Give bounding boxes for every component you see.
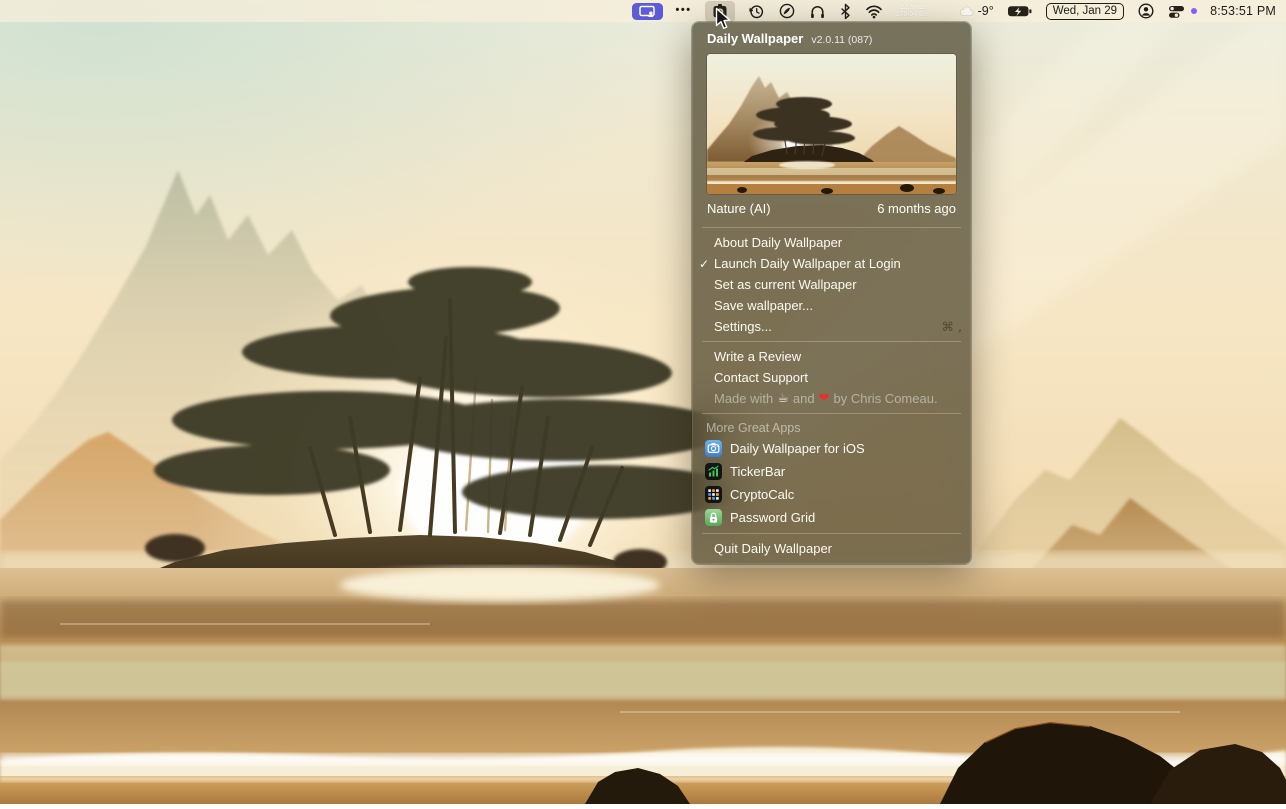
menu-item-about[interactable]: About Daily Wallpaper [692,232,971,253]
app-label: CryptoCalc [730,486,794,503]
user-account-icon [1137,2,1155,20]
credit-text: Made with [714,391,773,407]
control-center-menubar-item[interactable] [1168,0,1185,22]
settings-shortcut: ⌘ , [942,319,962,335]
bluetooth-menubar-item[interactable] [839,0,852,22]
leaf-app-menubar-item[interactable] [778,0,796,22]
menu-item-password-grid[interactable]: Password Grid [692,506,971,529]
thumbnail-caption-row: Nature (AI) 6 months ago [692,194,971,223]
battery-charging-icon [1007,3,1033,19]
green-padlock-icon [705,509,722,526]
separator [702,533,961,534]
mouse-cursor [715,7,732,36]
screen-sharing-icon [632,3,663,20]
user-account-menubar-item[interactable] [1137,0,1155,22]
menu-item-label: Launch Daily Wallpaper at Login [714,256,901,271]
menu-item-settings[interactable]: Settings... ⌘ , [692,316,971,337]
separator [702,413,961,414]
time-machine-menubar-item[interactable] [748,0,765,22]
headphones-menubar-item[interactable] [809,0,826,22]
wifi-icon [865,4,883,19]
green-stock-chart-icon [705,463,722,480]
credit-line: Made with ☕ and ❤ by Chris Comeau. [692,388,971,409]
menu-item-daily-wallpaper-ios[interactable]: Daily Wallpaper for iOS [692,437,971,460]
overflow-dots[interactable]: ••• [676,0,692,23]
network-speed-up: 22.5KB/s [896,4,930,12]
panel-header: Daily Wallpaper v2.0.11 (087) [692,22,971,54]
app-version: v2.0.11 (087) [811,34,872,46]
coffee-icon: ☕ [777,391,789,407]
network-speed-widget[interactable]: 22.5KB/s 270.04 B/s [896,0,946,22]
weather-menubar-item[interactable]: -9° [959,0,994,22]
menu-item-launch-at-login[interactable]: ✓ Launch Daily Wallpaper at Login [692,253,971,274]
headphones-icon [809,3,826,20]
leaf-circle-icon [778,2,796,20]
menu-item-quit[interactable]: Quit Daily Wallpaper [692,538,971,559]
wallpaper-age: 6 months ago [877,201,956,216]
time-machine-clock-icon [748,3,765,20]
crypto-grid-icon [705,486,722,503]
app-label: TickerBar [730,463,785,480]
app-label: Daily Wallpaper for iOS [730,440,865,457]
separator [702,341,961,342]
daily-wallpaper-menu: Daily Wallpaper v2.0.11 (087) [692,22,971,564]
screen-sharing-indicator[interactable] [632,0,663,22]
credit-text: by Chris Comeau. [834,391,938,407]
more-apps-header: More Great Apps [692,418,971,437]
menu-item-cryptocalc[interactable]: CryptoCalc [692,483,971,506]
credit-text: and [793,391,815,407]
battery-menubar-item[interactable] [1007,0,1033,22]
clock-widget[interactable]: 8:53:51 PM [1210,0,1276,22]
wallpaper-thumbnail [707,54,956,194]
menu-item-label: Settings... [714,319,772,334]
menu-item-contact-support[interactable]: Contact Support [692,367,971,388]
wallpaper-category: Nature (AI) [707,201,771,216]
blue-camera-icon [705,440,722,457]
wifi-menubar-item[interactable] [865,0,883,22]
heart-icon: ❤ [819,391,830,407]
temperature-label: -9° [978,4,994,18]
app-label: Password Grid [730,509,815,526]
date-widget[interactable]: Wed, Jan 29 [1046,3,1124,20]
bluetooth-icon [839,3,852,20]
menu-bar: ••• [0,0,1286,22]
menu-item-tickerbar[interactable]: TickerBar [692,460,971,483]
desktop-wallpaper [0,0,1286,804]
menu-item-save[interactable]: Save wallpaper... [692,295,971,316]
control-center-icon [1168,3,1185,20]
notification-dot [1191,8,1197,14]
checkmark-icon: ✓ [699,256,709,272]
menu-item-write-review[interactable]: Write a Review [692,346,971,367]
menu-item-set-current[interactable]: Set as current Wallpaper [692,274,971,295]
network-speed-down: 270.04 B/s [896,11,930,19]
weather-snow-cloud-icon [959,5,975,17]
separator [702,227,961,228]
